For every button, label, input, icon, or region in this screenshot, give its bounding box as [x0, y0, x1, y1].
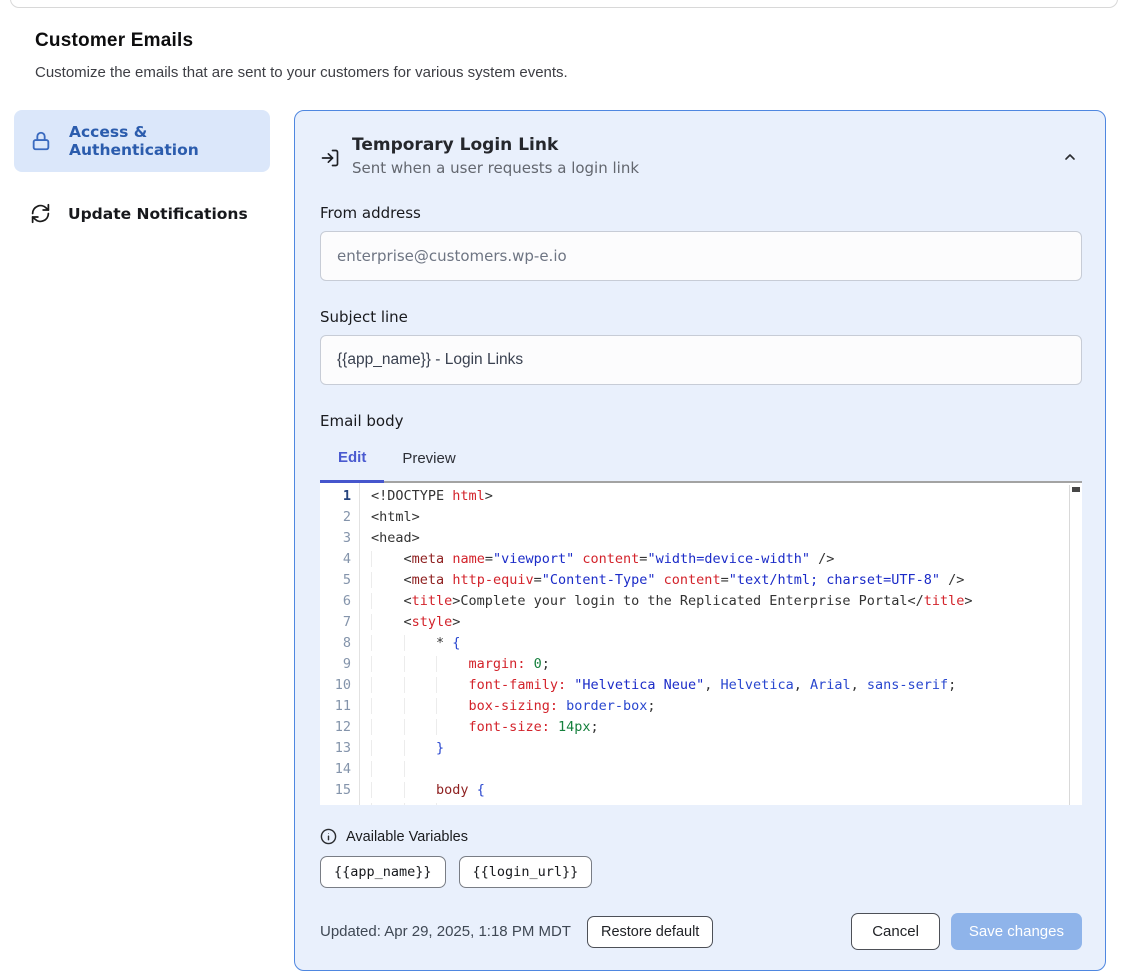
page-description: Customize the emails that are sent to yo…: [35, 64, 1093, 81]
code-line: <html>: [371, 507, 1068, 528]
editor-scrollbar-track[interactable]: [1069, 485, 1082, 805]
code-line: margin: 0;: [371, 654, 1068, 675]
save-changes-button[interactable]: Save changes: [951, 913, 1082, 950]
line-number: 1: [320, 486, 351, 507]
template-subtitle: Sent when a user requests a login link: [352, 159, 639, 177]
code-line: body {: [371, 780, 1068, 801]
code-line: <meta name="viewport" content="width=dev…: [371, 549, 1068, 570]
code-line: * {: [371, 633, 1068, 654]
tab-edit[interactable]: Edit: [320, 441, 384, 483]
available-variables-label: Available Variables: [346, 829, 468, 845]
collapse-button[interactable]: [1058, 145, 1082, 169]
code-line: }: [371, 738, 1068, 759]
sidebar: Access & Authentication Update Notificat…: [14, 110, 270, 237]
line-number: 9: [320, 654, 351, 675]
code-line: box-sizing: border-box;: [371, 696, 1068, 717]
main-layout: Access & Authentication Update Notificat…: [0, 110, 1128, 971]
lock-icon: [30, 130, 52, 152]
line-number: 5: [320, 570, 351, 591]
subject-line-label: Subject line: [320, 308, 1082, 326]
code-line: font-size: 14px;: [371, 717, 1068, 738]
customer-emails-page: Customer Emails Customize the emails tha…: [0, 0, 1128, 980]
line-number: 2: [320, 507, 351, 528]
sidebar-item-label: Update Notifications: [68, 205, 248, 223]
cancel-button[interactable]: Cancel: [851, 913, 940, 950]
email-body-label: Email body: [320, 412, 1082, 430]
subject-line-input[interactable]: [320, 335, 1082, 385]
line-number: 12: [320, 717, 351, 738]
page-header: Customer Emails Customize the emails tha…: [0, 0, 1128, 81]
line-number: 14: [320, 759, 351, 780]
line-number: 13: [320, 738, 351, 759]
code-line: <style>: [371, 612, 1068, 633]
editor-scrollbar-thumb[interactable]: [1072, 487, 1080, 492]
restore-default-button[interactable]: Restore default: [587, 916, 713, 948]
variable-chip-app-name[interactable]: {{app_name}}: [320, 856, 446, 888]
line-number: 10: [320, 675, 351, 696]
editor-line-numbers: 12345678910111213141516: [320, 483, 360, 805]
panel-header-text: Temporary Login Link Sent when a user re…: [352, 135, 639, 177]
refresh-icon: [30, 203, 51, 224]
available-variables-row: Available Variables: [320, 828, 1082, 845]
code-line: [371, 759, 1068, 780]
chevron-up-icon: [1062, 149, 1078, 165]
tab-preview[interactable]: Preview: [384, 441, 473, 481]
from-address-label: From address: [320, 204, 1082, 222]
line-number: 15: [320, 780, 351, 801]
sidebar-item-label: Access & Authentication: [69, 123, 254, 159]
line-number: 8: [320, 633, 351, 654]
template-title: Temporary Login Link: [352, 135, 639, 155]
code-line: <head>: [371, 528, 1068, 549]
panel-header: Temporary Login Link Sent when a user re…: [320, 135, 1082, 177]
panel-footer: Updated: Apr 29, 2025, 1:18 PM MDT Resto…: [320, 913, 1082, 950]
code-line: <title>Complete your login to the Replic…: [371, 591, 1068, 612]
line-number: 16: [320, 801, 351, 805]
info-icon: [320, 828, 337, 845]
previous-card-bottom-edge: [10, 0, 1118, 8]
variable-chip-login-url[interactable]: {{login_url}}: [459, 856, 593, 888]
page-title: Customer Emails: [35, 30, 1093, 52]
code-line: <meta http-equiv="Content-Type" content=…: [371, 570, 1068, 591]
email-template-panel: Temporary Login Link Sent when a user re…: [294, 110, 1106, 971]
line-number: 7: [320, 612, 351, 633]
line-number: 4: [320, 549, 351, 570]
updated-timestamp: Updated: Apr 29, 2025, 1:18 PM MDT: [320, 923, 571, 940]
sidebar-item-access-authentication[interactable]: Access & Authentication: [14, 110, 270, 172]
login-icon: [320, 148, 340, 168]
code-line: font-family: "Helvetica Neue", Helvetica…: [371, 675, 1068, 696]
sidebar-item-update-notifications[interactable]: Update Notifications: [14, 190, 270, 237]
editor-code-area[interactable]: <!DOCTYPE html><html><head> <meta name="…: [360, 483, 1082, 805]
variable-chips: {{app_name}} {{login_url}}: [320, 856, 1082, 888]
code-editor[interactable]: 12345678910111213141516 <!DOCTYPE html><…: [320, 481, 1082, 805]
email-body-tabs: Edit Preview: [320, 441, 1082, 481]
code-line: <!DOCTYPE html>: [371, 486, 1068, 507]
from-address-input[interactable]: [320, 231, 1082, 281]
line-number: 6: [320, 591, 351, 612]
line-number: 11: [320, 696, 351, 717]
line-number: 3: [320, 528, 351, 549]
code-line: background-color: #f9f9f9;: [371, 801, 1068, 805]
